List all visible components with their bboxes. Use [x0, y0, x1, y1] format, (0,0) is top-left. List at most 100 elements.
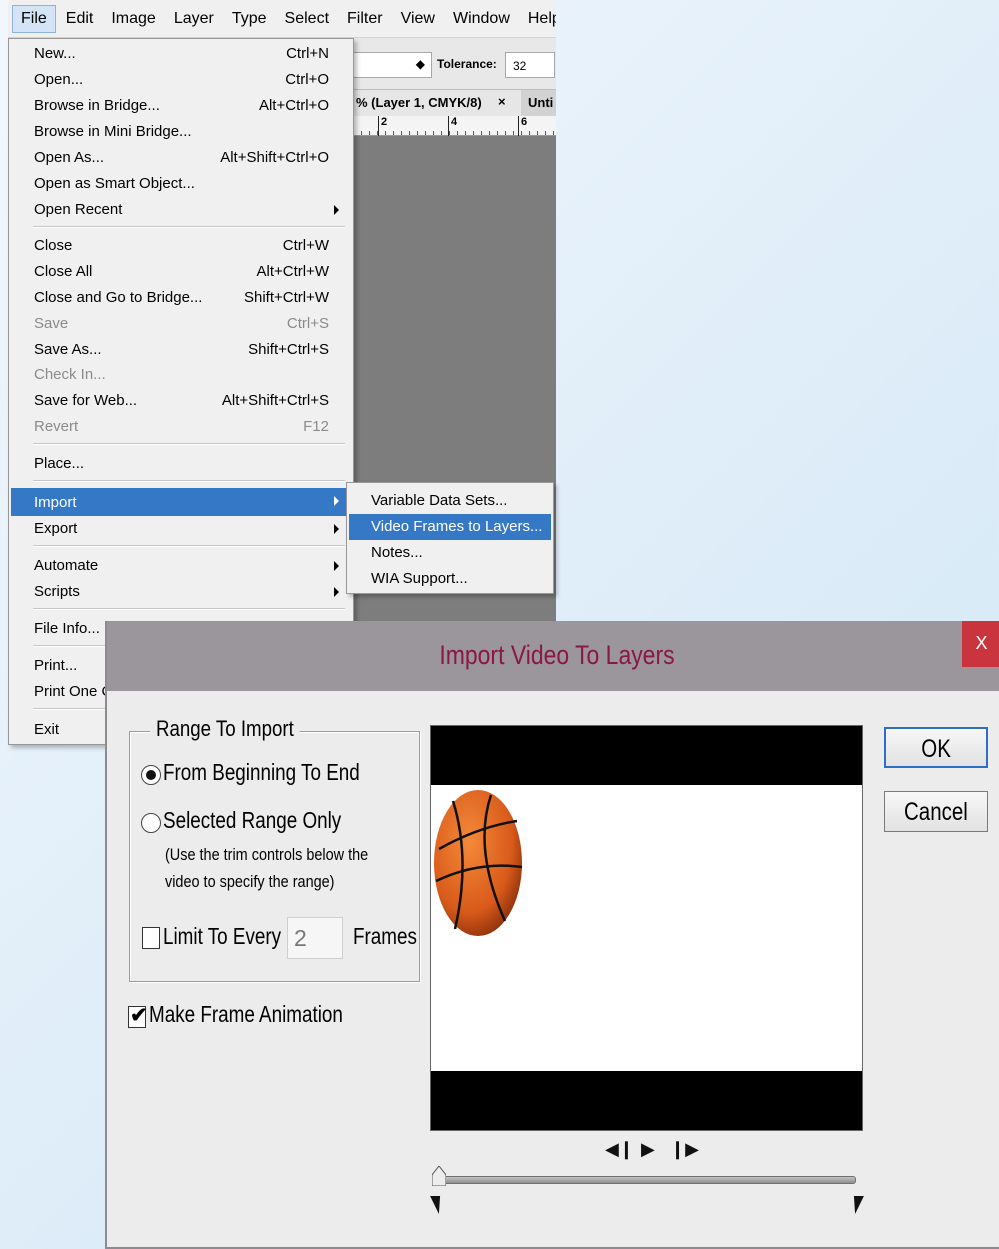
menu-shortcut: Shift+Ctrl+S	[248, 341, 329, 358]
document-tab-active[interactable]: % (Layer 1, CMYK/8)	[353, 90, 521, 116]
video-preview	[430, 725, 863, 1131]
radio-from-beginning[interactable]	[141, 765, 161, 785]
ruler-tick-label: 4	[448, 116, 457, 136]
menu-item-save-as[interactable]: Save As... Shift+Ctrl+S	[11, 337, 349, 363]
basketball-frame-image	[434, 790, 523, 936]
menu-file[interactable]: File	[12, 4, 56, 33]
menu-item-scripts[interactable]: Scripts	[11, 579, 349, 605]
menu-item-save-for-web[interactable]: Save for Web... Alt+Shift+Ctrl+S	[11, 388, 349, 414]
menu-layer[interactable]: Layer	[166, 6, 222, 32]
menu-item-import[interactable]: Import	[11, 488, 349, 516]
video-scrub-slider[interactable]	[436, 1176, 856, 1184]
menu-item-place[interactable]: Place...	[11, 451, 349, 477]
menu-item-label: Scripts	[34, 583, 80, 600]
menu-view[interactable]: View	[393, 6, 443, 32]
menu-item-close[interactable]: Close Ctrl+W	[11, 233, 349, 259]
menu-item-label: Exit	[34, 721, 60, 738]
dialog-title-bar[interactable]: Import Video To Layers	[107, 621, 999, 691]
range-note-line: video to specify the range)	[165, 872, 335, 891]
menu-shortcut: Alt+Shift+Ctrl+O	[220, 149, 329, 166]
document-tab-label: % (Layer 1, CMYK/8)	[356, 95, 482, 110]
group-label: Range To Import	[150, 716, 300, 742]
menu-type[interactable]: Type	[224, 6, 275, 32]
menu-item-export[interactable]: Export	[11, 516, 349, 542]
menu-item-label: Close and Go to Bridge...	[34, 289, 203, 306]
menu-window[interactable]: Window	[445, 6, 518, 32]
tolerance-input[interactable]: 32	[505, 52, 555, 78]
limit-label: Limit To Every	[163, 923, 282, 949]
menu-item-label: Check In...	[34, 366, 106, 383]
make-animation-label: Make Frame Animation	[149, 1001, 343, 1027]
submenu-item-notes[interactable]: Notes...	[349, 540, 551, 566]
menu-select[interactable]: Select	[277, 6, 337, 32]
menu-shortcut: Shift+Ctrl+W	[243, 289, 329, 306]
radio-label-selected-range[interactable]: Selected Range Only	[163, 807, 341, 834]
menu-item-label: Browse in Mini Bridge...	[34, 123, 192, 140]
menu-shortcut: F12	[303, 418, 329, 435]
submenu-item-variable-data-sets[interactable]: Variable Data Sets...	[349, 488, 551, 514]
slider-thumb[interactable]	[432, 1166, 446, 1186]
menu-item-open[interactable]: Open... Ctrl+O	[11, 67, 349, 93]
menu-item-check-in: Check In...	[11, 362, 349, 388]
cancel-button[interactable]: Cancel	[884, 791, 988, 832]
menu-bar: File Edit Image Layer Type Select Filter…	[8, 0, 556, 38]
checkmark-icon: ✔	[130, 1004, 148, 1027]
menu-item-browse-in-mini-bridge[interactable]: Browse in Mini Bridge...	[11, 119, 349, 145]
ruler-tick-label: 6	[518, 116, 527, 136]
letterbox-top	[431, 726, 862, 785]
menu-item-open-smart-object[interactable]: Open as Smart Object...	[11, 171, 349, 197]
menu-item-label: Import	[34, 494, 77, 511]
menu-item-label: Print...	[34, 657, 78, 674]
menu-shortcut: Alt+Shift+Ctrl+S	[221, 392, 329, 409]
ok-button[interactable]: OK	[884, 727, 988, 768]
menu-item-new[interactable]: New... Ctrl+N	[11, 41, 349, 67]
menu-separator	[33, 480, 345, 482]
menu-help[interactable]: Help	[520, 6, 556, 32]
menu-shortcut: Ctrl+N	[286, 45, 329, 62]
menu-item-label: Save	[34, 315, 69, 332]
menu-item-browse-in-bridge[interactable]: Browse in Bridge... Alt+Ctrl+O	[11, 93, 349, 119]
menu-item-close-go-bridge[interactable]: Close and Go to Bridge... Shift+Ctrl+W	[11, 285, 349, 311]
menu-shortcut: Ctrl+W	[282, 237, 329, 254]
menu-item-open-as[interactable]: Open As... Alt+Shift+Ctrl+O	[11, 145, 349, 171]
limit-checkbox[interactable]	[142, 927, 160, 949]
menu-item-label: Place...	[34, 455, 85, 472]
submenu-item-video-frames-to-layers[interactable]: Video Frames to Layers...	[349, 514, 551, 540]
ruler-tick-label: 2	[378, 116, 387, 136]
submenu-arrow-icon	[334, 561, 339, 571]
tab-close-icon[interactable]: ×	[498, 94, 506, 109]
previous-frame-icon[interactable]: ◀❙	[605, 1139, 634, 1160]
menu-item-label: Revert	[34, 418, 79, 435]
menu-item-label: Save As...	[34, 341, 102, 358]
menu-item-label: Open Recent	[34, 201, 123, 218]
menu-shortcut: Alt+Ctrl+W	[256, 263, 329, 280]
menu-filter[interactable]: Filter	[339, 6, 391, 32]
menu-shortcut: Alt+Ctrl+O	[258, 97, 329, 114]
menu-item-save: Save Ctrl+S	[11, 311, 349, 337]
radio-label-from-beginning[interactable]: From Beginning To End	[163, 759, 360, 786]
menu-shortcut: Ctrl+O	[285, 71, 329, 88]
limit-frames-input[interactable]: 2	[287, 917, 343, 959]
menu-item-automate[interactable]: Automate	[11, 553, 349, 579]
radio-selected-range[interactable]	[141, 813, 161, 833]
menu-edit[interactable]: Edit	[58, 6, 102, 32]
menu-item-label: Open as Smart Object...	[34, 175, 195, 192]
menu-item-label: Export	[34, 520, 78, 537]
make-animation-checkbox[interactable]: ✔	[128, 1004, 148, 1028]
menu-item-open-recent[interactable]: Open Recent	[11, 197, 349, 223]
menu-separator	[33, 545, 345, 547]
close-button[interactable]: X	[962, 621, 999, 667]
menu-image[interactable]: Image	[103, 6, 163, 32]
next-frame-icon[interactable]: ❙▶	[670, 1139, 699, 1160]
trim-end-handle[interactable]	[850, 1196, 864, 1214]
document-tab-untitled[interactable]: Unti	[528, 95, 553, 110]
trim-start-handle[interactable]	[430, 1196, 444, 1214]
play-icon[interactable]: ▶	[641, 1139, 655, 1160]
ok-button-label: OK	[921, 735, 951, 763]
range-note-line: (Use the trim controls below the	[165, 845, 369, 864]
dialog-title: Import Video To Layers	[439, 640, 675, 670]
menu-separator	[33, 443, 345, 445]
menu-item-close-all[interactable]: Close All Alt+Ctrl+W	[11, 259, 349, 285]
options-select[interactable]: ◆	[348, 52, 432, 78]
submenu-item-wia-support[interactable]: WIA Support...	[349, 566, 551, 592]
